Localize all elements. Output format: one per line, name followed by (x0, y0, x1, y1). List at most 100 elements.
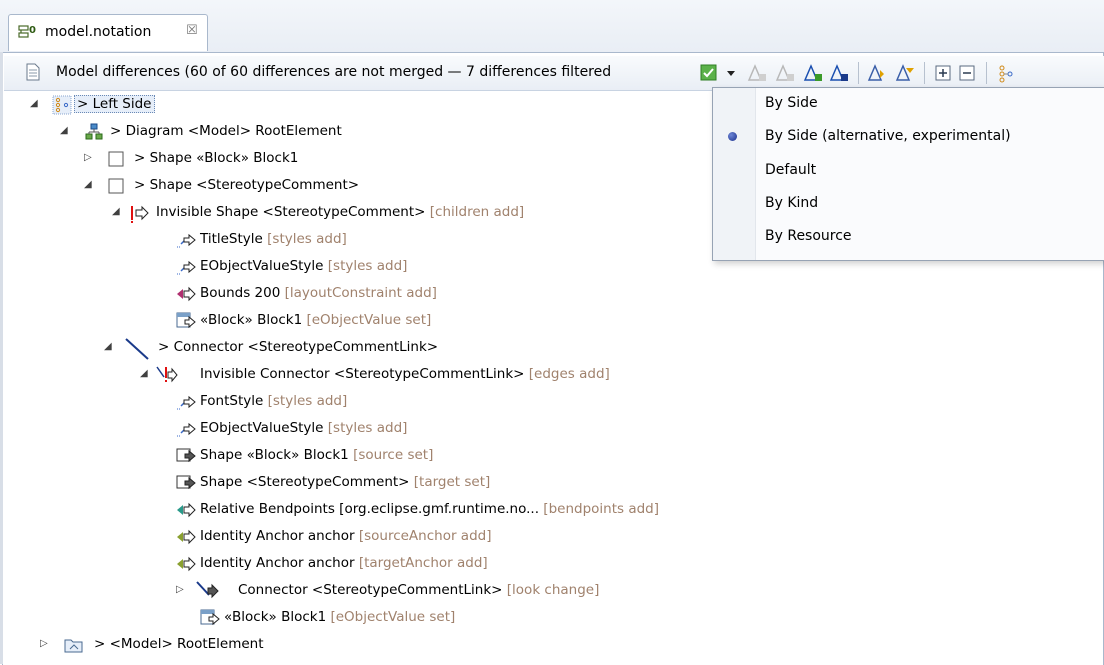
menu-item-label: By Side (alternative, experimental) (765, 128, 1011, 144)
dropdown-arrow-icon[interactable] (724, 62, 746, 84)
row-note: [eObjectValue set] (306, 312, 432, 328)
shape-icon (106, 176, 126, 196)
tree-row-fontstyle[interactable]: FontStyle [styles add] (0, 389, 1104, 415)
tree-row-label: > Diagram <Model> RootElement (110, 123, 342, 139)
tree-row-label: TitleStyle [styles add] (200, 231, 347, 247)
compare-toolbar: Model differences (60 of 60 differences … (4, 56, 1104, 91)
filter-check-icon[interactable] (698, 62, 720, 84)
menu-item-by-side[interactable]: By Side (713, 88, 1104, 121)
collapse-triangle-icon[interactable]: ◢ (84, 180, 94, 190)
menu-item-by-side-alternative[interactable]: By Side (alternative, experimental) (713, 121, 1104, 154)
connector-icon (124, 338, 149, 360)
tree-row-label: > <Model> RootElement (94, 636, 264, 652)
tree-row-label: Invisible Shape <StereotypeComment> [chi… (156, 204, 524, 220)
group-by-menu: By Side By Side (alternative, experiment… (712, 87, 1104, 261)
expand-triangle-icon[interactable]: ▷ (84, 153, 94, 163)
tree-row-bendpoints[interactable]: Relative Bendpoints [org.eclipse.gmf.run… (0, 497, 1104, 523)
row-note: [look change] (506, 582, 600, 598)
menu-item-by-kind[interactable]: By Kind (713, 188, 1104, 221)
expand-triangle-icon[interactable]: ▷ (176, 585, 186, 595)
tree-row-label: «Block» Block1 [eObjectValue set] (200, 312, 431, 328)
reject-all-icon[interactable] (828, 62, 850, 84)
radio-selected-icon (728, 132, 737, 141)
collapse-triangle-icon[interactable]: ◢ (140, 369, 150, 379)
row-name: TitleStyle (200, 231, 263, 247)
tree-row-label: EObjectValueStyle [styles add] (200, 420, 407, 436)
style-add-icon (176, 257, 196, 277)
row-note: [targetAnchor add] (358, 555, 488, 571)
next-difference-icon[interactable] (866, 62, 888, 84)
notation-file-icon: 0 (18, 24, 38, 42)
tree-row-model-root[interactable]: ▷ > <Model> RootElement (0, 632, 1104, 658)
shape-set-icon (176, 473, 196, 493)
tree-row-block-value[interactable]: «Block» Block1 [eObjectValue set] (0, 308, 1104, 334)
collapse-triangle-icon[interactable]: ◢ (30, 99, 40, 109)
row-name: Identity Anchor anchor (200, 528, 355, 544)
group-icon (52, 95, 72, 115)
accept-change-icon[interactable] (746, 62, 768, 84)
menu-item-label: By Side (765, 95, 818, 111)
menu-item-default[interactable]: Default (713, 155, 1104, 188)
toolbar-separator (986, 62, 987, 84)
row-name: Connector <StereotypeCommentLink> (238, 582, 503, 598)
tree-row-connector[interactable]: ◢ > Connector <StereotypeCommentLink> (0, 335, 1104, 361)
tree-row-bounds[interactable]: Bounds 200 [layoutConstraint add] (0, 281, 1104, 307)
row-name: Identity Anchor anchor (200, 555, 355, 571)
expand-triangle-icon[interactable]: ▷ (40, 639, 50, 649)
tree-row-shape-source[interactable]: Shape «Block» Block1 [source set] (0, 443, 1104, 469)
collapse-triangle-icon[interactable]: ◢ (104, 342, 114, 352)
row-note: [target set] (413, 474, 491, 490)
tree-row-label: Identity Anchor anchor [targetAnchor add… (200, 555, 488, 571)
conflict-add-icon (130, 203, 150, 223)
tree-row-label: > Connector <StereotypeCommentLink> (158, 339, 439, 355)
tree-row-label: Relative Bendpoints [org.eclipse.gmf.run… (200, 501, 659, 517)
row-name: Relative Bendpoints [org.eclipse.gmf.run… (200, 501, 539, 517)
conflict-add-icon (156, 365, 178, 385)
tree-row-shape-target[interactable]: Shape <StereotypeComment> [target set] (0, 470, 1104, 496)
close-icon[interactable]: ☒ (186, 23, 198, 38)
row-name: «Block» Block1 (200, 312, 303, 328)
row-note: [bendpoints add] (543, 501, 659, 517)
model-differences-summary: Model differences (60 of 60 differences … (56, 64, 612, 80)
tab-model-notation[interactable]: 0 model.notation ☒ (8, 14, 208, 51)
collapse-all-icon[interactable] (956, 62, 978, 84)
tree-row-target-anchor[interactable]: Identity Anchor anchor [targetAnchor add… (0, 551, 1104, 577)
stereotype-set-icon (200, 608, 220, 628)
menu-item-label: Default (765, 162, 817, 178)
group-icon[interactable] (996, 62, 1018, 84)
menu-item-label: By Kind (765, 195, 819, 211)
tree-row-invisible-connector[interactable]: ◢ Invisible Connector <StereotypeComment… (0, 362, 1104, 388)
row-note: [eObjectValue set] (330, 609, 456, 625)
menu-item-by-resource[interactable]: By Resource (713, 221, 1104, 254)
tree-row-label: «Block» Block1 [eObjectValue set] (224, 609, 455, 625)
tree-row-label: FontStyle [styles add] (200, 393, 347, 409)
toolbar-separator (924, 62, 925, 84)
tree-row-source-anchor[interactable]: Identity Anchor anchor [sourceAnchor add… (0, 524, 1104, 550)
row-name: Shape <StereotypeComment> (200, 474, 410, 490)
tree-row-eobjectvaluestyle-2[interactable]: EObjectValueStyle [styles add] (0, 416, 1104, 442)
collapse-triangle-icon[interactable]: ◢ (112, 207, 122, 217)
accept-all-icon[interactable] (802, 62, 824, 84)
previous-difference-icon[interactable] (894, 62, 916, 84)
anchor-add-icon (176, 554, 196, 574)
style-add-icon (176, 230, 196, 250)
row-note: [styles add] (267, 231, 347, 247)
row-name: Shape «Block» Block1 (200, 447, 349, 463)
model-icon (64, 635, 84, 655)
diagram-icon (84, 122, 104, 142)
collapse-triangle-icon[interactable]: ◢ (60, 126, 70, 136)
row-note: [sourceAnchor add] (358, 528, 492, 544)
tree-row-label: Invisible Connector <StereotypeCommentLi… (200, 366, 610, 382)
tree-row-label: > Shape «Block» Block1 (134, 150, 299, 166)
tree-row-connector-look[interactable]: ▷ Connector <StereotypeCommentLink> [loo… (0, 578, 1104, 604)
expand-all-icon[interactable] (932, 62, 954, 84)
anchor-add-icon (176, 527, 196, 547)
tree-row-block-value-2[interactable]: «Block» Block1 [eObjectValue set] (0, 605, 1104, 631)
reject-change-icon[interactable] (774, 62, 796, 84)
connector-change-icon (196, 581, 219, 601)
row-note: [edges add] (528, 366, 610, 382)
menu-item-label: By Resource (765, 228, 852, 244)
bendpoints-add-icon (176, 500, 196, 520)
tree-row-label: > Left Side (74, 95, 155, 113)
row-note: [children add] (429, 204, 525, 220)
